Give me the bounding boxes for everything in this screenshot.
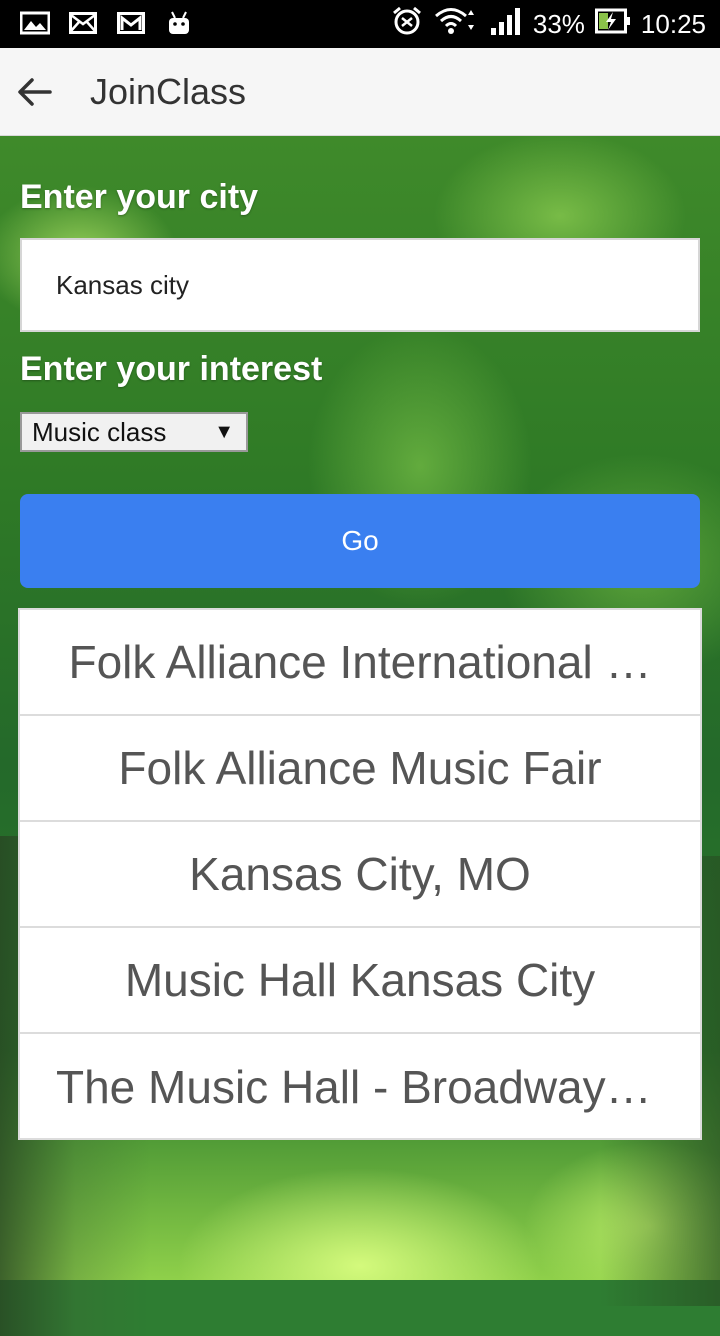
wifi-icon: [433, 6, 479, 43]
list-item[interactable]: The Music Hall - Broadway …: [20, 1034, 700, 1140]
battery-charging-icon: [594, 7, 631, 42]
city-input[interactable]: Kansas city: [20, 238, 700, 332]
system-status: 33% 10:25: [391, 6, 706, 42]
list-item[interactable]: Folk Alliance Music Fair: [20, 716, 700, 822]
interest-label: Enter your interest: [20, 350, 323, 388]
status-bar: 33% 10:25: [0, 0, 720, 48]
mail-icon: [68, 8, 98, 38]
alarm-icon: [391, 5, 423, 44]
go-button[interactable]: Go: [20, 494, 700, 588]
app-title: JoinClass: [90, 71, 247, 112]
app-bar: JoinClass: [0, 48, 720, 136]
notification-icons: [20, 8, 194, 38]
image-icon: [20, 8, 50, 38]
results-list: Folk Alliance International … Folk Allia…: [18, 608, 702, 1140]
clock: 10:25: [640, 8, 706, 39]
gmail-icon: [116, 8, 146, 38]
android-icon: [164, 8, 194, 38]
list-item[interactable]: Folk Alliance International …: [20, 610, 700, 716]
dropdown-arrow-icon: ▼: [214, 421, 234, 443]
signal-icon: [489, 6, 523, 43]
list-item[interactable]: Kansas City, MO: [20, 822, 700, 928]
back-button[interactable]: [12, 70, 56, 114]
interest-selected-value: Music class: [32, 417, 167, 447]
interest-select[interactable]: Music class ▼: [20, 412, 248, 452]
arrow-back-icon: [18, 78, 52, 106]
city-label: Enter your city: [20, 178, 259, 216]
list-item[interactable]: Music Hall Kansas City: [20, 928, 700, 1034]
battery-text: 33%: [532, 8, 585, 39]
